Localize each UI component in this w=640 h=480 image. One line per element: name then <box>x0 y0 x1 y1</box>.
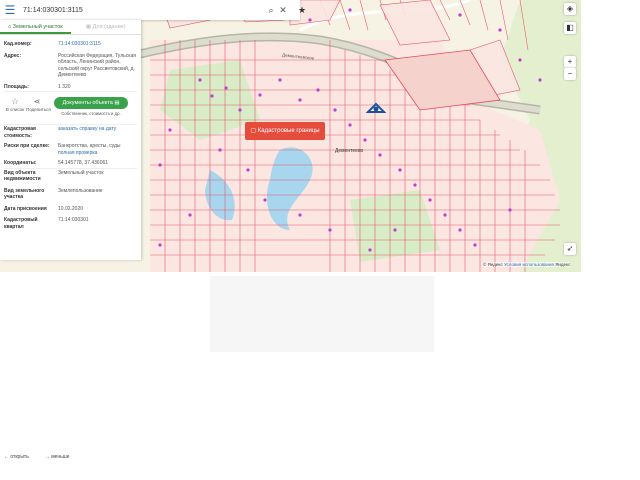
attribution-copyright: © Яндекс <box>483 262 503 267</box>
tab-land-plot-label: Земельный участок <box>12 24 63 30</box>
quarter-label: Кадастровый квартал <box>4 217 38 230</box>
area-label: Площадь: <box>4 83 29 90</box>
date-label: Дата присвоения <box>4 205 47 212</box>
favorite-icon[interactable]: ★ <box>296 4 308 16</box>
cadastral-borders-label: Кадастровые границы <box>257 128 320 134</box>
bottom-navigation: ← открыть → меньше <box>4 454 70 460</box>
object-type-label: Вид объекта недвижимости <box>4 169 41 183</box>
tab-building[interactable]: ▦ Для (здание) <box>71 20 142 34</box>
add-to-list-button[interactable]: ☆ В список <box>4 97 26 112</box>
full-check-link[interactable]: полная проверка <box>58 150 121 157</box>
documents-button[interactable]: Документы объекта ▤ <box>54 97 128 109</box>
address-label: Адрес: <box>4 52 21 59</box>
faded-placeholder <box>210 276 434 352</box>
risks-row: Риски при сделке: Банкротства, аресты, с… <box>0 143 141 156</box>
land-type-value: Землепользование <box>58 187 103 194</box>
menu-icon[interactable]: ☰ <box>3 3 17 17</box>
nav-back-link[interactable]: ← открыть <box>4 454 29 460</box>
area-value: 1 320 <box>58 83 71 90</box>
risks-value: Банкротства, аресты, суды <box>58 143 121 149</box>
attribution-brand: Яндекс <box>555 262 571 267</box>
coords-row: Координаты: 54.145778, 37.436061 <box>0 160 141 167</box>
quarter-row: Кадастровый квартал 71:14:030301 <box>0 217 141 230</box>
zoom-in-button[interactable]: + <box>564 56 576 68</box>
action-row: ☆ В список ⋖ Поделиться Документы объект… <box>0 93 141 123</box>
document-icon: ▤ <box>114 100 120 106</box>
geolocate-icon[interactable]: ➶ <box>564 243 576 255</box>
map-icon: ▢ <box>250 128 258 134</box>
tab-bar: ⌂ Земельный участок ▦ Для (здание) <box>0 20 141 35</box>
search-bar: ☰ ⌕ ✕ <box>0 0 300 20</box>
coords-value: 54.145778, 37.436061 <box>58 160 109 166</box>
star-icon: ☆ <box>11 97 19 106</box>
close-icon[interactable]: ✕ <box>277 4 289 16</box>
object-type-row: Вид объекта недвижимости Земельный участ… <box>0 170 141 183</box>
address-value: Российская Федерация, Тульская область, … <box>58 52 137 79</box>
layers-icon[interactable]: ◈ <box>564 3 576 15</box>
map-attribution: © Яндекс Условия использования Яндекс <box>483 262 571 267</box>
land-type-label: Вид земельного участка <box>4 187 45 201</box>
search-input[interactable] <box>21 5 265 15</box>
land-type-row: Вид земельного участка Землепользование <box>0 188 141 201</box>
add-to-list-label: В список <box>5 107 25 112</box>
documents-button-label: Документы объекта <box>62 100 113 106</box>
cost-label: Кадастровая стоимость: <box>4 126 36 139</box>
fullscreen-icon[interactable]: ◧ <box>564 22 576 34</box>
share-label: Поделиться <box>26 107 51 112</box>
cost-row: Кадастровая стоимость: заказать справку … <box>0 126 141 139</box>
address-row: Адрес: Российская Федерация, Тульская об… <box>0 53 141 79</box>
documents-block: Документы объекта ▤ Собственник, стоимос… <box>54 97 128 116</box>
date-value: 10.02.2020 <box>58 205 84 212</box>
coords-label: Координаты: <box>4 160 37 166</box>
tab-land-plot[interactable]: ⌂ Земельный участок <box>0 20 71 34</box>
documents-subtitle: Собственник, стоимость и др. <box>61 111 121 116</box>
share-button[interactable]: ⋖ Поделиться <box>26 97 51 112</box>
tab-building-label: Для (здание) <box>92 24 126 30</box>
quarter-value: 71:14:030301 <box>58 217 89 223</box>
cad-number-label: Кад.номер: <box>4 41 32 47</box>
risks-label: Риски при сделке: <box>4 143 50 149</box>
cadastral-borders-button[interactable]: ▢ Кадастровые границы <box>245 122 325 140</box>
object-info-panel: ⌂ Земельный участок ▦ Для (здание) Кад.н… <box>0 20 141 260</box>
cost-link[interactable]: заказать справку на дату <box>58 126 116 139</box>
terms-link[interactable]: Условия использования <box>504 262 554 267</box>
building-icon: ▦ <box>85 24 93 30</box>
area-row: Площадь: 1 320 <box>0 84 141 91</box>
village-label: Дементеево <box>335 148 364 154</box>
cad-number-value[interactable]: 71:14:030301:3115 <box>58 41 101 48</box>
search-icon[interactable]: ⌕ <box>265 4 277 16</box>
share-icon: ⋖ <box>33 97 41 106</box>
object-type-value: Земельный участок <box>58 169 104 176</box>
zoom-out-button[interactable]: − <box>564 68 576 80</box>
nav-forward-link[interactable]: → меньше <box>45 454 70 460</box>
app-window: ☰ ⌕ ✕ ★ ⌂ Земельный участок ▦ Для (здани… <box>0 0 581 272</box>
